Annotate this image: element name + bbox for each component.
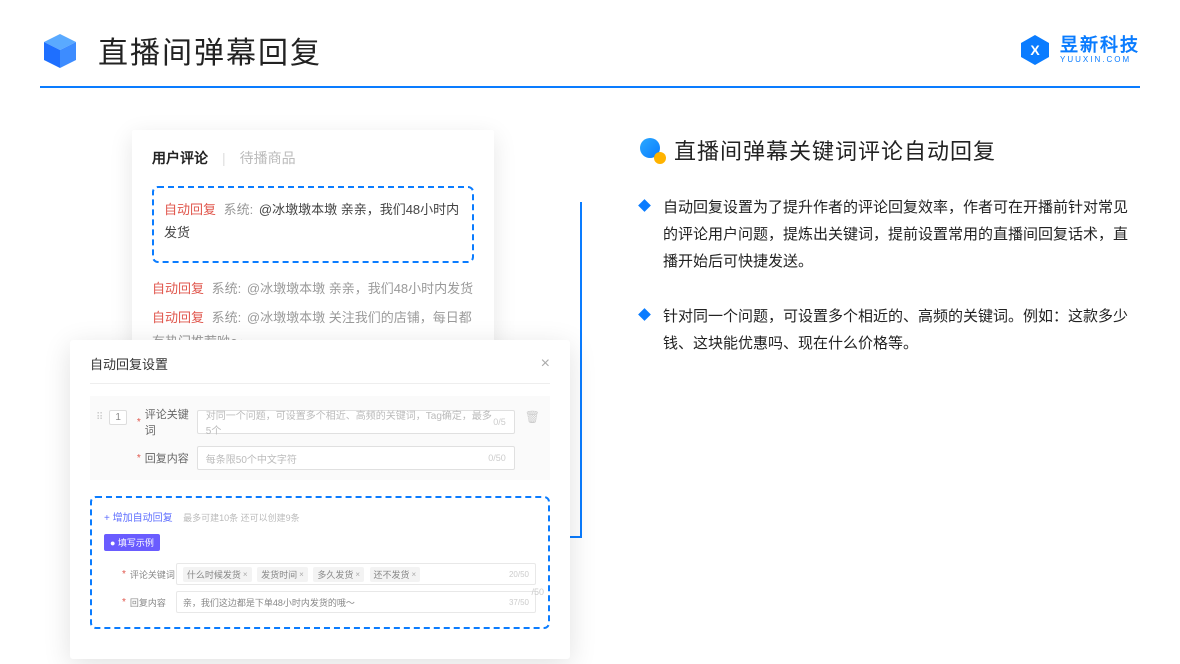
system-label: 系统: [224, 202, 254, 217]
content-placeholder: 每条限50个中文字符 [206, 451, 297, 466]
example-keyword-counter: 20/50 [509, 570, 529, 579]
example-content-input[interactable]: 亲，我们这边都是下单48小时内发货的哦～ 37/50 [176, 591, 536, 613]
right-column: 直播间弹幕关键词评论自动回复 自动回复设置为了提升作者的评论回复效率，作者可在开… [570, 130, 1140, 385]
auto-reply-badge: 自动回复 [152, 281, 204, 296]
tag-chip: 多久发货× [313, 567, 364, 582]
keyword-placeholder: 对同一个问题，可设置多个相近、高频的关键词，Tag确定，最多5个 [206, 407, 493, 437]
comment-text: @冰墩墩本墩 亲亲，我们48小时内发货 [247, 281, 473, 296]
diamond-icon [638, 199, 651, 212]
order-badge: 1 [109, 410, 127, 425]
example-content-label: 回复内容 [130, 596, 176, 609]
tag-remove-icon[interactable]: × [412, 570, 417, 579]
svg-text:X: X [1030, 42, 1040, 58]
system-label: 系统: [212, 281, 242, 296]
settings-title: 自动回复设置 [90, 354, 168, 373]
bullet-text-2: 针对同一个问题，可设置多个相近的、高频的关键词。例如：这款多少钱、这块能优惠吗、… [663, 303, 1130, 357]
content-label: 回复内容 [145, 450, 197, 466]
settings-header: 自动回复设置 × [90, 354, 550, 384]
content-row: * 回复内容 每条限50个中文字符 0/50 [137, 446, 515, 470]
logo-text-main: 昱新科技 [1060, 36, 1140, 54]
keyword-row: * 评论关键词 对同一个问题，可设置多个相近、高频的关键词，Tag确定，最多5个… [137, 406, 515, 438]
page-header: 直播间弹幕回复 X 昱新科技 YUUXIN.COM [0, 0, 1180, 72]
connector-line-vertical [580, 202, 582, 538]
tab-user-comments[interactable]: 用户评论 [152, 148, 208, 168]
keyword-label: 评论关键词 [145, 406, 197, 438]
required-star: * [137, 453, 141, 464]
required-star: * [122, 569, 126, 580]
trash-icon[interactable]: 🗑 [525, 410, 540, 424]
example-tags: 什么时候发货× 发货时间× 多久发货× 还不发货× [183, 567, 423, 582]
comment-highlighted: 自动回复 系统: @冰墩墩本墩 亲亲，我们48小时内发货 [164, 198, 462, 245]
drag-handle-icon[interactable]: ⠿ [96, 412, 103, 423]
tag-chip: 还不发货× [370, 567, 421, 582]
left-column: 用户评论 | 待播商品 自动回复 系统: @冰墩墩本墩 亲亲，我们48小时内发货… [70, 130, 570, 385]
cube-icon [40, 30, 80, 70]
content-input[interactable]: 每条限50个中文字符 0/50 [197, 446, 515, 470]
highlighted-comment-box: 自动回复 系统: @冰墩墩本墩 亲亲，我们48小时内发货 [152, 186, 474, 263]
add-auto-reply-link[interactable]: + 增加自动回复 [104, 513, 173, 524]
tab-pending-goods[interactable]: 待播商品 [240, 148, 296, 168]
outer-counter: /50 [531, 587, 544, 597]
example-keyword-input[interactable]: 什么时候发货× 发货时间× 多久发货× 还不发货× 20/50 [176, 563, 536, 585]
example-keyword-row: * 评论关键词 什么时候发货× 发货时间× 多久发货× 还不发货× 20/50 [122, 563, 536, 585]
comment-row-2: 自动回复 系统: @冰墩墩本墩 亲亲，我们48小时内发货 [152, 277, 474, 300]
brand-logo: X 昱新科技 YUUXIN.COM [1018, 33, 1140, 67]
tag-remove-icon[interactable]: × [243, 570, 248, 579]
tag-chip: 发货时间× [257, 567, 308, 582]
settings-card: 自动回复设置 × ⠿ 1 * 评论关键词 对同一个问题，可设置多个相近、高频的关… [70, 340, 570, 659]
main-content: 用户评论 | 待播商品 自动回复 系统: @冰墩墩本墩 亲亲，我们48小时内发货… [0, 88, 1180, 385]
bullet-item-1: 自动回复设置为了提升作者的评论回复效率，作者可在开播前针对常见的评论用户问题，提… [640, 194, 1140, 275]
required-star: * [137, 417, 141, 428]
tag-chip: 什么时候发货× [183, 567, 252, 582]
section-head: 直播间弹幕关键词评论自动回复 [640, 134, 1140, 166]
section-dot-icon [640, 138, 664, 162]
add-note: 最多可建10条 还可以创建9条 [183, 513, 300, 523]
example-content-counter: 37/50 [509, 598, 529, 607]
keyword-input[interactable]: 对同一个问题，可设置多个相近、高频的关键词，Tag确定，最多5个 0/5 [197, 410, 515, 434]
required-star: * [122, 597, 126, 608]
tag-remove-icon[interactable]: × [299, 570, 304, 579]
example-content-row: * 回复内容 亲，我们这边都是下单48小时内发货的哦～ 37/50 [122, 591, 536, 613]
example-badge: ● 填写示例 [104, 534, 160, 551]
section-title: 直播间弹幕关键词评论自动回复 [674, 134, 996, 166]
tab-divider: | [222, 150, 226, 166]
auto-reply-badge: 自动回复 [152, 310, 204, 325]
logo-hex-icon: X [1018, 33, 1052, 67]
close-icon[interactable]: × [541, 355, 550, 373]
system-label: 系统: [212, 310, 242, 325]
tag-remove-icon[interactable]: × [355, 570, 360, 579]
form-block: ⠿ 1 * 评论关键词 对同一个问题，可设置多个相近、高频的关键词，Tag确定，… [90, 396, 550, 480]
comment-tabs: 用户评论 | 待播商品 [152, 148, 474, 168]
bullet-text-1: 自动回复设置为了提升作者的评论回复效率，作者可在开播前针对常见的评论用户问题，提… [663, 194, 1130, 275]
example-content-value: 亲，我们这边都是下单48小时内发货的哦～ [183, 596, 355, 609]
auto-reply-badge: 自动回复 [164, 202, 216, 217]
page-title: 直播间弹幕回复 [98, 28, 322, 72]
diamond-icon [638, 308, 651, 321]
example-box: + 增加自动回复 最多可建10条 还可以创建9条 ● 填写示例 * 评论关键词 … [90, 496, 550, 629]
content-counter: 0/50 [488, 453, 506, 463]
example-keyword-label: 评论关键词 [130, 568, 176, 581]
keyword-counter: 0/5 [493, 417, 506, 427]
bullet-item-2: 针对同一个问题，可设置多个相近的、高频的关键词。例如：这款多少钱、这块能优惠吗、… [640, 303, 1140, 357]
logo-text-sub: YUUXIN.COM [1060, 56, 1140, 64]
